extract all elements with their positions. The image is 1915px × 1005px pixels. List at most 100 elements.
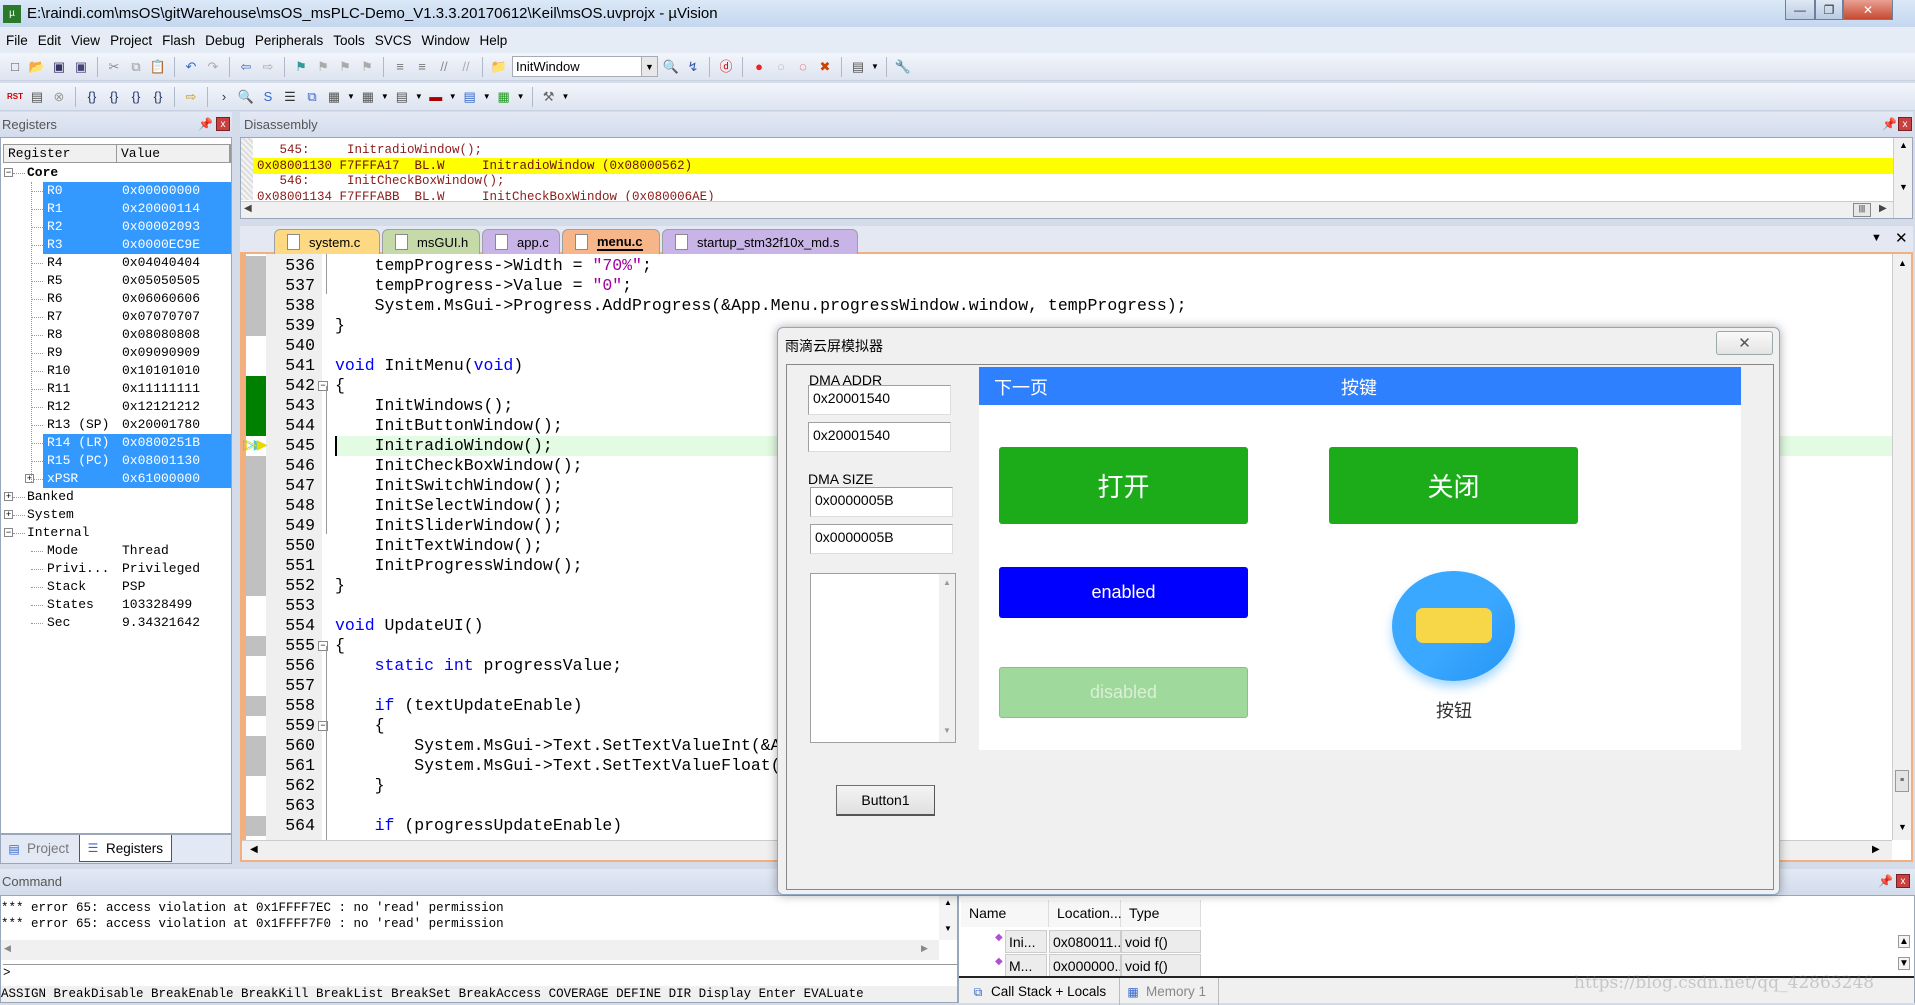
callstack-cell[interactable]: void f() [1121, 930, 1201, 953]
tabs-dropdown-icon[interactable]: ▼ [1871, 232, 1882, 244]
column-location[interactable]: Location... [1049, 900, 1122, 927]
register-row[interactable]: System [1, 506, 231, 524]
run-icon[interactable]: ▤ [28, 88, 46, 106]
command-input[interactable]: > [3, 964, 957, 981]
toolbox-dropdown-arrow-icon[interactable]: ▼ [562, 92, 570, 101]
callstack-cell[interactable]: void f() [1121, 954, 1201, 977]
memory-window-icon[interactable]: ▦ [359, 88, 377, 106]
register-row[interactable]: R13 (SP) 0x20001780 [43, 416, 231, 434]
new-file-icon[interactable]: □ [6, 58, 24, 76]
registers-window-icon[interactable]: ☰ [281, 88, 299, 106]
find-in-files-icon[interactable]: 📁 [490, 58, 508, 76]
open-icon[interactable]: 📂 [28, 58, 46, 76]
listbox-scrollbar[interactable]: ▲ ▼ [939, 574, 955, 742]
dialog-close-button[interactable]: ✕ [1716, 331, 1773, 355]
disassembly-line[interactable]: 546: InitCheckBoxWindow(); [257, 173, 505, 189]
column-value[interactable]: Value [117, 145, 230, 162]
menu-tools[interactable]: Tools [331, 33, 373, 48]
close-panel-button[interactable]: x [1896, 874, 1910, 888]
dma-size-field-2[interactable]: 0x0000005B [810, 524, 953, 554]
nav-forward-icon[interactable]: ⇨ [259, 58, 277, 76]
register-row[interactable]: R0 0x00000000 [43, 182, 231, 200]
register-row[interactable]: R14 (LR) 0x0800251B [43, 434, 231, 452]
collapse-icon[interactable]: − [4, 168, 13, 177]
column-name[interactable]: Name [961, 900, 1049, 927]
round-button[interactable] [1392, 571, 1515, 681]
callstack-cell[interactable]: 0x000000... [1049, 954, 1121, 977]
register-row[interactable]: xPSR 0x61000000 [43, 470, 231, 488]
collapse-icon[interactable]: − [4, 528, 13, 537]
window-layout-dropdown-arrow-icon[interactable]: ▼ [871, 62, 879, 71]
register-row[interactable]: R15 (PC) 0x08001130 [43, 452, 231, 470]
menu-file[interactable]: File [4, 33, 36, 48]
kill-breakpoints-icon[interactable]: ✖ [816, 58, 834, 76]
menu-help[interactable]: Help [478, 33, 516, 48]
column-type[interactable]: Type [1121, 900, 1201, 927]
reset-icon[interactable]: RST [6, 88, 24, 106]
register-row[interactable]: Mode Thread [43, 542, 231, 560]
close-window-button[interactable]: ✕ [1843, 0, 1893, 20]
step-icon[interactable]: {} [83, 88, 101, 106]
code-line[interactable]: 537 tempProgress->Value = "0"; [242, 276, 1892, 296]
stop-icon[interactable]: ⊗ [50, 88, 68, 106]
maximize-button[interactable]: ❐ [1815, 0, 1843, 20]
symbols-window-icon[interactable]: S [259, 88, 277, 106]
callstack-cell[interactable]: 0x080011... [1049, 930, 1121, 953]
analysis-window-icon[interactable]: ▬ [427, 88, 445, 106]
menu-debug[interactable]: Debug [203, 33, 253, 48]
menu-window[interactable]: Window [419, 33, 477, 48]
file-tab-system-c[interactable]: system.c [274, 229, 380, 254]
button1[interactable]: Button1 [836, 785, 935, 816]
disassembly-vscrollbar[interactable]: ▲ ▼ [1893, 138, 1912, 218]
find-icon[interactable]: 🔍 [662, 58, 680, 76]
register-row[interactable]: Stack PSP [43, 578, 231, 596]
insert-breakpoint-icon[interactable]: ● [750, 58, 768, 76]
register-row[interactable]: R4 0x04040404 [43, 254, 231, 272]
memory-window-dropdown-arrow-icon[interactable]: ▼ [381, 92, 389, 101]
tab-registers[interactable]: ☰ Registers [79, 835, 172, 862]
close-tab-icon[interactable]: ✕ [1895, 229, 1908, 247]
command-window-icon[interactable]: › [215, 88, 233, 106]
configure-icon[interactable]: 🔧 [894, 58, 912, 76]
unindent-icon[interactable]: ≡ [413, 58, 431, 76]
enable-breakpoint-icon[interactable]: ○ [772, 58, 790, 76]
system-viewer-icon[interactable]: ▦ [495, 88, 513, 106]
enabled-button[interactable]: enabled [999, 567, 1248, 618]
cut-icon[interactable]: ✂ [105, 58, 123, 76]
prev-bookmark-icon[interactable]: ⚑ [314, 58, 332, 76]
register-row[interactable]: Internal [1, 524, 231, 542]
tab-call-stack-locals[interactable]: ⧉ Call Stack + Locals [965, 978, 1115, 1005]
column-register[interactable]: Register [4, 145, 117, 162]
register-row[interactable]: R10 0x10101010 [43, 362, 231, 380]
menu-project[interactable]: Project [108, 33, 160, 48]
toolbox-icon[interactable]: ⚒ [540, 88, 558, 106]
code-line[interactable]: 538 System.MsGui->Progress.AddProgress(&… [242, 296, 1892, 316]
watch-window-icon[interactable]: ▦ [325, 88, 343, 106]
system-viewer-dropdown-arrow-icon[interactable]: ▼ [517, 92, 525, 101]
chevron-down-icon[interactable]: ▼ [641, 57, 657, 76]
callstack-vscrollbar[interactable]: ▲ ▼ [1895, 932, 1913, 976]
tab-project[interactable]: ▤ Project [1, 835, 78, 862]
file-tab-menu-c[interactable]: menu.c [562, 229, 660, 254]
dma-addr-field-1[interactable]: 0x20001540 [808, 385, 951, 415]
register-row[interactable]: R1 0x20000114 [43, 200, 231, 218]
serial-window-dropdown-arrow-icon[interactable]: ▼ [415, 92, 423, 101]
watch-window-dropdown-arrow-icon[interactable]: ▼ [347, 92, 355, 101]
pin-icon[interactable]: 📌 [198, 117, 213, 131]
list-box[interactable]: ▲ ▼ [810, 573, 956, 743]
expand-icon[interactable]: + [25, 474, 34, 483]
register-row[interactable]: R6 0x06060606 [43, 290, 231, 308]
register-row[interactable]: R9 0x09090909 [43, 344, 231, 362]
disable-breakpoints-icon[interactable]: ◌ [794, 58, 812, 76]
register-row[interactable]: R7 0x07070707 [43, 308, 231, 326]
step-over-icon[interactable]: {} [105, 88, 123, 106]
register-row[interactable]: R8 0x08080808 [43, 326, 231, 344]
step-out-icon[interactable]: {} [127, 88, 145, 106]
pin-icon[interactable]: 📌 [1882, 117, 1897, 131]
menu-svcs[interactable]: SVCS [373, 33, 420, 48]
register-row[interactable]: R3 0x0000EC9E [43, 236, 231, 254]
call-stack-window-icon[interactable]: ⧉ [303, 88, 321, 106]
open-button[interactable]: 打开 [999, 447, 1248, 524]
function-combo[interactable]: InitWindow ▼ [512, 56, 658, 77]
menu-edit[interactable]: Edit [36, 33, 69, 48]
